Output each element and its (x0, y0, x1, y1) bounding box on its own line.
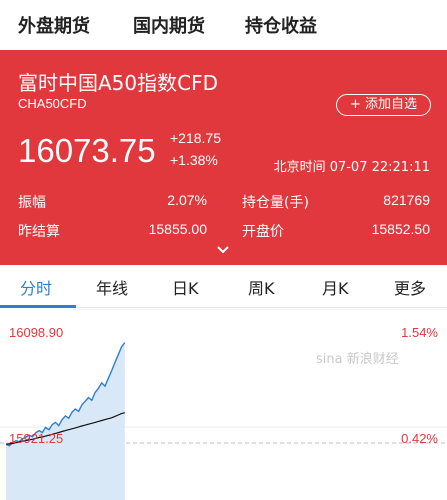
sina-watermark: sina 新浪财经 (316, 352, 399, 367)
tab-monthly-k[interactable]: 月K (322, 275, 349, 299)
tab-daily-k[interactable]: 日K (172, 275, 199, 299)
active-tab-indicator (0, 305, 76, 308)
tab-position-returns[interactable]: 持仓收益 (245, 12, 317, 38)
price-area (6, 342, 125, 500)
y-axis-percent-mid: 0.42% (401, 431, 438, 446)
stat-label-prev-settle: 昨结算 (18, 224, 60, 240)
tab-intraday[interactable]: 分时 (20, 275, 52, 299)
tab-foreign-futures[interactable]: 外盘期货 (18, 12, 90, 38)
quote-panel: 富时中国A50指数CFD CHA50CFD + 添加自选 16073.75 +2… (0, 50, 447, 265)
intraday-chart[interactable] (0, 309, 447, 500)
y-axis-label-top: 16098.90 (9, 325, 64, 340)
stat-value-open-price: 15852.50 (371, 221, 430, 237)
stat-value-open-interest: 821769 (383, 192, 430, 208)
y-axis-percent-top: 1.54% (401, 325, 438, 340)
tab-yearly[interactable]: 年线 (96, 275, 128, 299)
quote-time: 北京时间 07-07 22:21:11 (273, 160, 430, 175)
add-watchlist-button[interactable]: + 添加自选 (336, 94, 431, 116)
tab-weekly-k[interactable]: 周K (248, 275, 275, 299)
last-price: 16073.75 (18, 132, 156, 169)
stat-label-open-interest: 持仓量(手) (242, 195, 309, 211)
tab-domestic-futures[interactable]: 国内期货 (133, 12, 205, 38)
top-nav: 外盘期货 国内期货 持仓收益 (0, 0, 447, 50)
chart-period-tabs: 分时 年线 日K 周K 月K 更多 (0, 265, 447, 308)
y-axis-label-mid: 15921.25 (9, 431, 64, 446)
price-change: +218.75 (170, 130, 221, 146)
stat-value-prev-settle: 15855.00 (148, 221, 207, 237)
instrument-code: CHA50CFD (18, 96, 87, 111)
stat-label-open-price: 开盘价 (242, 224, 284, 240)
instrument-name: 富时中国A50指数CFD (18, 71, 218, 95)
chevron-down-icon[interactable] (215, 244, 231, 256)
price-change-percent: +1.38% (170, 152, 218, 168)
stat-label-amplitude: 振幅 (18, 195, 46, 211)
tab-more[interactable]: 更多 (394, 275, 426, 299)
stat-value-amplitude: 2.07% (167, 192, 207, 208)
